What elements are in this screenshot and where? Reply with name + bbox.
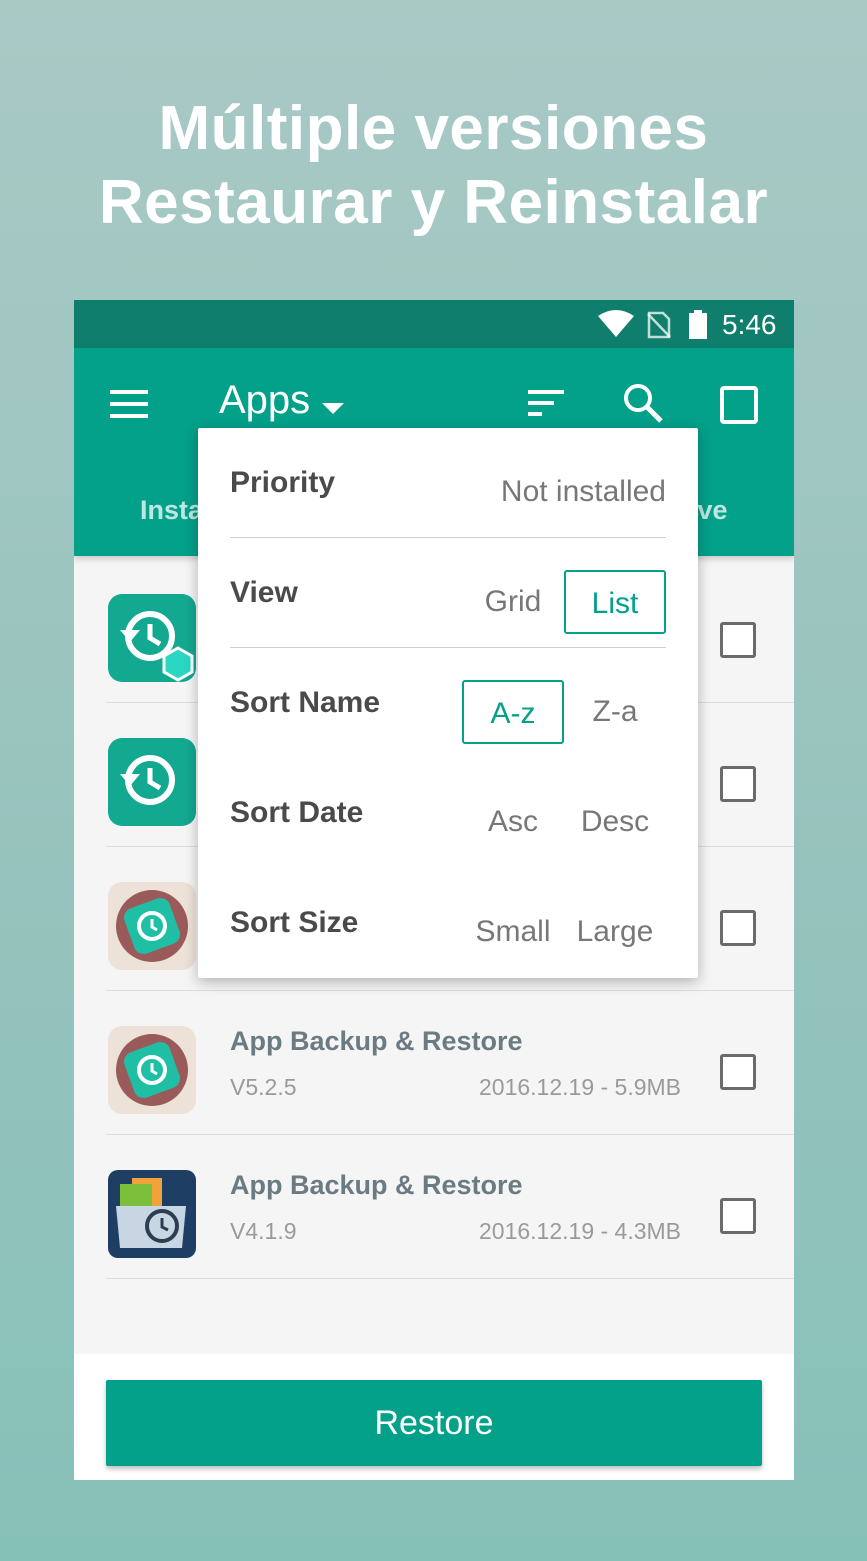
item-version: V4.1.9	[230, 1218, 297, 1244]
backup-app-icon	[108, 882, 196, 970]
item-title: App Backup & Restore	[230, 1170, 523, 1200]
view-label: View	[230, 576, 298, 609]
view-list-option[interactable]: List	[564, 570, 666, 634]
view-grid-option[interactable]: Grid	[462, 570, 564, 634]
sort-name-az-option[interactable]: A-z	[462, 680, 564, 744]
item-meta: 2016.12.19 - 5.9MB	[479, 1074, 682, 1100]
priority-label: Priority	[230, 466, 336, 499]
item-title: App Backup & Restore	[230, 1026, 523, 1056]
menu-icon[interactable]	[110, 388, 150, 425]
view-row: View Grid List	[198, 538, 698, 648]
sort-name-row: Sort Name A-z Z-a	[198, 648, 698, 758]
item-checkbox[interactable]	[720, 622, 756, 658]
status-bar: 5:46	[74, 300, 794, 348]
sort-size-small-option[interactable]: Small	[462, 900, 564, 964]
select-all-icon[interactable]	[720, 386, 758, 429]
sort-date-label: Sort Date	[230, 796, 364, 829]
sort-name-label: Sort Name	[230, 686, 381, 719]
headline-line-1: Múltiple versiones	[158, 94, 709, 163]
item-checkbox[interactable]	[720, 910, 756, 946]
item-checkbox[interactable]	[720, 1198, 756, 1234]
backup-app-icon	[108, 1170, 196, 1258]
bottom-bar: Restore	[74, 1354, 794, 1480]
sort-size-large-option[interactable]: Large	[564, 900, 666, 964]
item-checkbox[interactable]	[720, 1054, 756, 1090]
item-version: V5.2.5	[230, 1074, 297, 1100]
headline-line-2: Restaurar y Reinstalar	[98, 168, 769, 237]
restore-button[interactable]: Restore	[106, 1380, 762, 1466]
sort-size-label: Sort Size	[230, 906, 359, 939]
backup-app-icon	[108, 738, 196, 826]
sort-date-desc-option[interactable]: Desc	[564, 790, 666, 854]
sort-icon[interactable]	[526, 388, 566, 423]
tab-drive[interactable]: Drive	[688, 495, 794, 526]
status-time: 5:46	[722, 309, 777, 340]
wifi-icon	[597, 310, 635, 343]
backup-app-icon	[108, 1026, 196, 1114]
sort-date-row: Sort Date Asc Desc	[198, 758, 698, 868]
sort-name-za-option[interactable]: Z-a	[564, 680, 666, 744]
list-item[interactable]: App Backup & Restore V5.2.5 2016.12.19 -…	[106, 990, 794, 1135]
item-checkbox[interactable]	[720, 766, 756, 802]
battery-icon	[688, 310, 708, 345]
dropdown-arrow-icon[interactable]	[322, 402, 344, 420]
no-sim-icon	[647, 311, 671, 344]
priority-not-installed-option[interactable]: Not installed	[460, 460, 666, 524]
priority-row: Priority Not installed	[198, 428, 698, 538]
sort-size-row: Sort Size Small Large	[198, 868, 698, 978]
list-item[interactable]: App Backup & Restore V4.1.9 2016.12.19 -…	[106, 1134, 794, 1279]
sort-date-asc-option[interactable]: Asc	[462, 790, 564, 854]
item-meta: 2016.12.19 - 4.3MB	[479, 1218, 682, 1244]
search-icon[interactable]	[622, 382, 664, 429]
category-dropdown[interactable]: Apps	[219, 378, 310, 423]
view-options-popup: Priority Not installed View Grid List So…	[198, 428, 698, 978]
promo-headline: Múltiple versiones Restaurar y Reinstala…	[0, 92, 867, 240]
backup-app-icon	[108, 594, 196, 682]
